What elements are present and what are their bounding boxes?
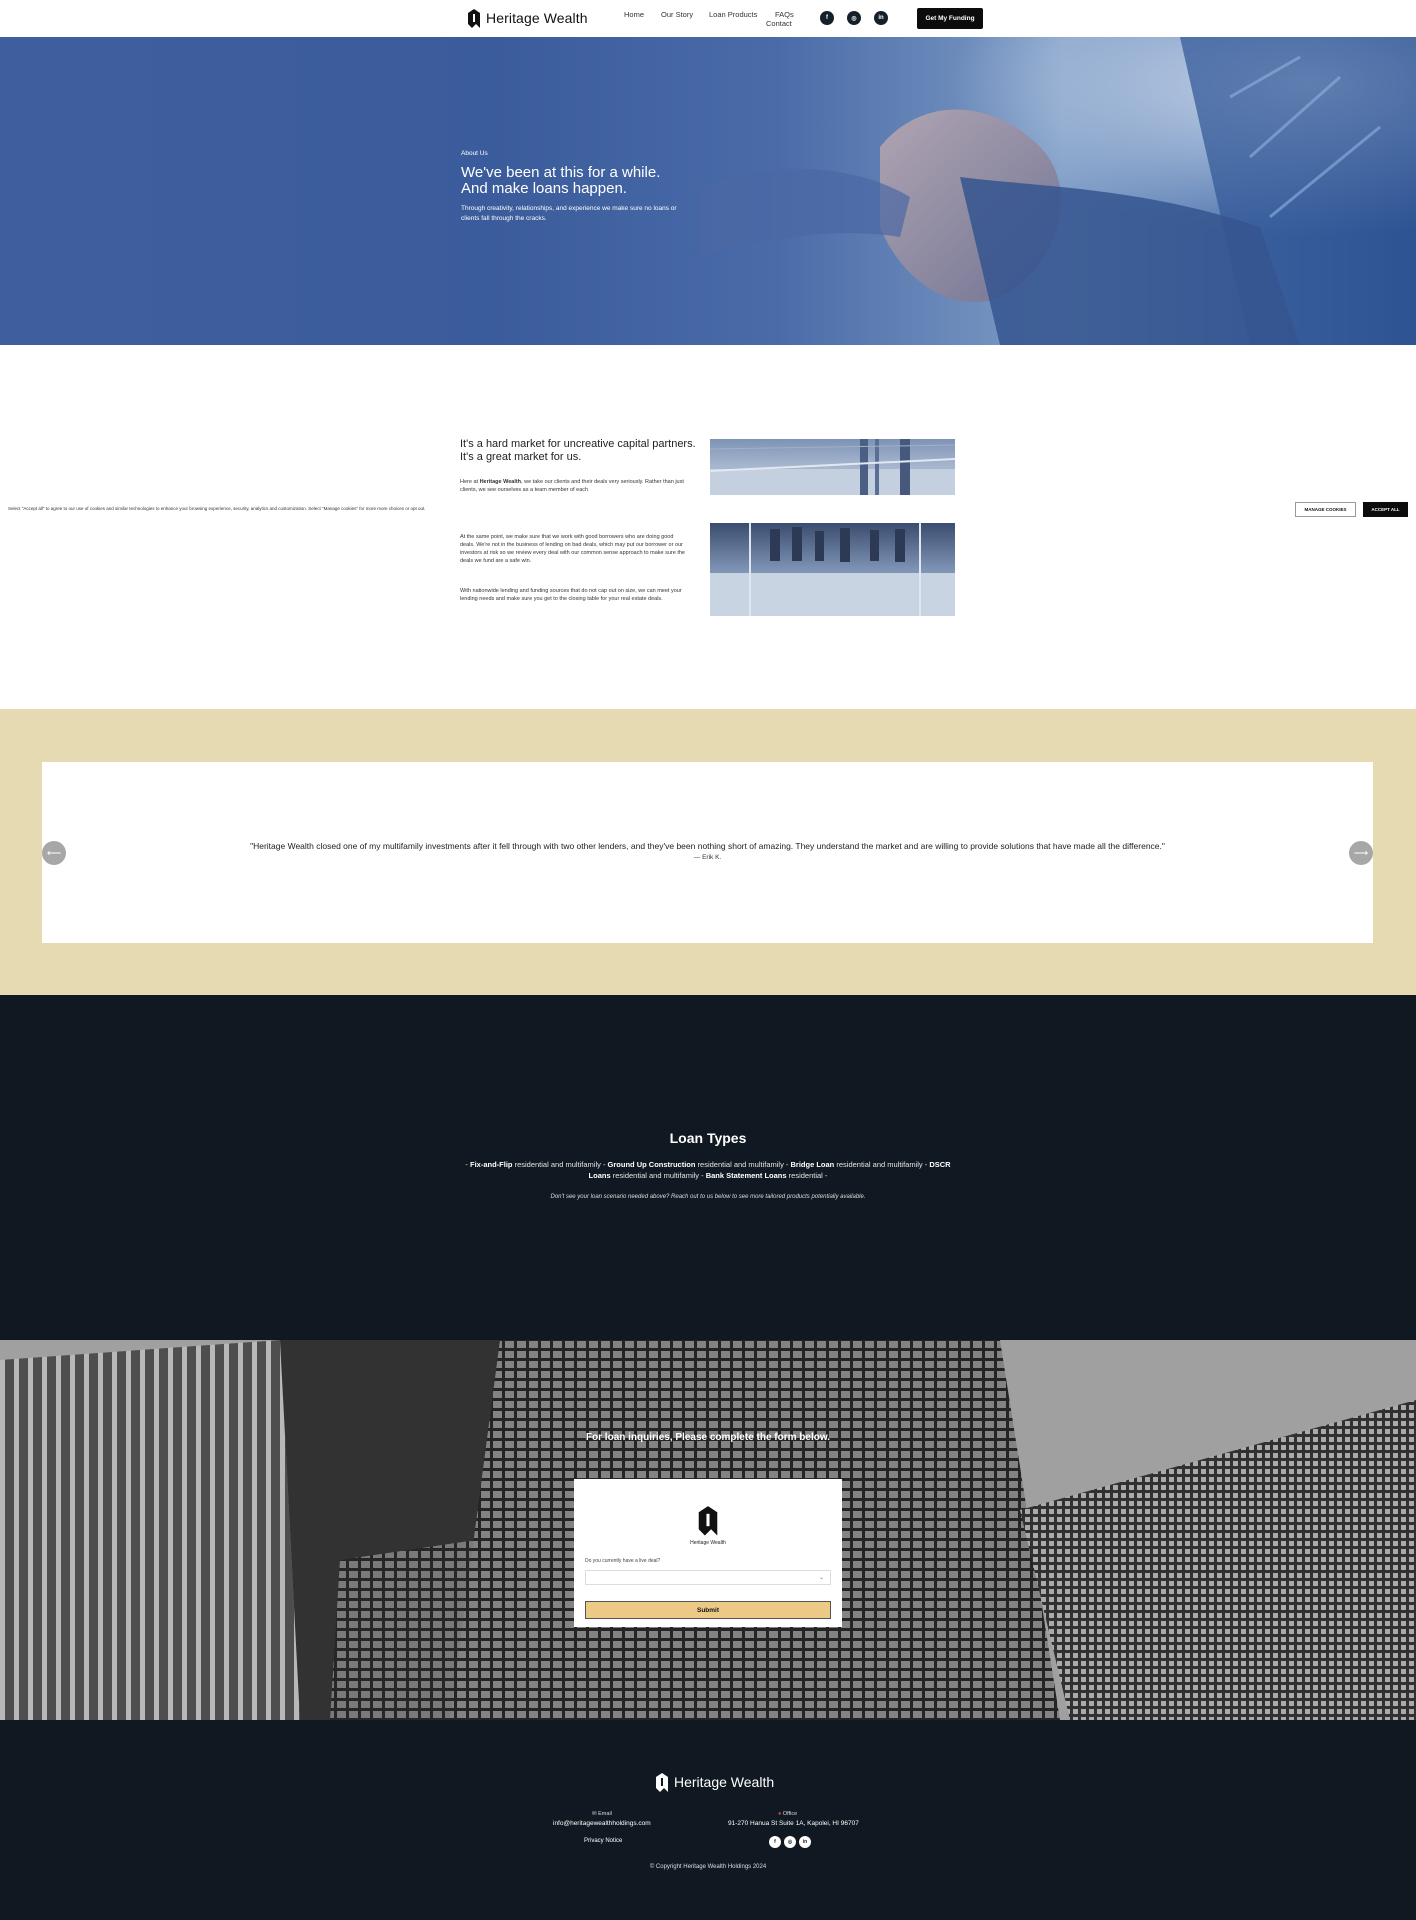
nav-contact[interactable]: Contact — [766, 19, 792, 28]
hero-section: About Us We've been at this for a while.… — [0, 37, 1416, 345]
about-paragraph-3: With nationwide lending and funding sour… — [460, 588, 682, 602]
loan-types-title: Loan Types — [669, 1130, 747, 1146]
footer-email[interactable]: info@heritagewealthholdings.com — [553, 1820, 651, 1827]
loan-type-desc: residential and multifamily — [612, 1171, 700, 1180]
about-p1-bold: Heritage Wealth — [479, 479, 522, 485]
copyright: © Copyright Heritage Wealth Holdings 202… — [649, 1864, 767, 1870]
facebook-icon[interactable]: f — [769, 1836, 781, 1848]
about-paragraph-2: At the same point, we make sure that we … — [460, 534, 685, 564]
nav-loan-products[interactable]: Loan Products — [709, 10, 757, 19]
office-label: ● Office — [778, 1811, 797, 1817]
testimonial-author: — Erik K. — [693, 854, 722, 861]
manage-cookies-button[interactable]: MANAGE COOKIES — [1295, 502, 1356, 517]
office-label-text: Office — [782, 1811, 798, 1817]
location-pin-icon: ● — [778, 1811, 782, 1817]
heritage-logo-icon — [698, 1506, 718, 1536]
get-funding-button[interactable]: Get My Funding — [917, 8, 983, 29]
loan-type-desc: residential and multifamily — [836, 1160, 923, 1169]
loan-types-list: - Fix-and-Flip residential and multifami… — [465, 1160, 951, 1180]
hero-heading-line2: And make loans happen. — [461, 180, 627, 197]
linkedin-icon[interactable]: in — [874, 11, 888, 25]
instagram-icon[interactable]: ◎ — [847, 11, 861, 25]
office-image-top — [710, 439, 955, 495]
form-logo-text: Heritage Wealth — [690, 1540, 726, 1546]
testimonial-quote: "Heritage Wealth closed one of my multif… — [250, 841, 1165, 851]
nav-home[interactable]: Home — [624, 10, 644, 19]
live-deal-select[interactable]: ⌄ — [585, 1570, 831, 1585]
prev-arrow-icon[interactable]: ⟵ — [42, 841, 66, 865]
loan-types-note: Don't see your loan scenario needed abov… — [550, 1194, 866, 1200]
hero-subtext: Through creativity, relationships, and e… — [461, 205, 677, 222]
loan-type-name: Ground Up Construction — [607, 1160, 696, 1169]
email-label-text: Email — [598, 1811, 612, 1817]
footer-address: 91-270 Hanua St Suite 1A, Kapolei, HI 96… — [728, 1820, 859, 1827]
about-heading: It's a hard market for uncreative capita… — [460, 438, 696, 463]
submit-button[interactable]: Submit — [585, 1601, 831, 1619]
live-deal-label: Do you currently have a live deal? — [585, 1558, 661, 1564]
loan-type-desc: residential and multifamily — [514, 1160, 601, 1169]
nav-faqs[interactable]: FAQs — [775, 10, 794, 19]
testimonial-card — [42, 762, 1373, 943]
heritage-logo-icon — [656, 1773, 668, 1792]
top-nav: Heritage Wealth Home Our Story Loan Prod… — [0, 0, 1416, 37]
brand-name: Heritage Wealth — [486, 10, 588, 26]
cookie-text: Select "Accept all" to agree to our use … — [8, 506, 426, 511]
facebook-icon[interactable]: f — [820, 11, 834, 25]
about-p1-prefix: Here at — [460, 479, 480, 485]
about-paragraph-1: Here at Heritage Wealth, we take our cli… — [460, 478, 685, 496]
chevron-down-icon: ⌄ — [818, 1575, 824, 1581]
form-logo — [694, 1503, 722, 1542]
instagram-icon[interactable]: ◎ — [784, 1836, 796, 1848]
nav-our-story[interactable]: Our Story — [661, 10, 693, 19]
hero-heading-line1: We've been at this for a while. — [461, 164, 661, 181]
office-image-bottom — [710, 523, 955, 616]
brand-logo[interactable]: Heritage Wealth — [466, 6, 588, 30]
loan-type-name: Bank Statement Loans — [705, 1171, 787, 1180]
footer-logo[interactable]: Heritage Wealth — [654, 1771, 774, 1793]
loan-type-name: Fix-and-Flip — [469, 1160, 513, 1169]
footer-brand-name: Heritage Wealth — [674, 1774, 775, 1790]
next-arrow-icon[interactable]: ⟶ — [1349, 841, 1373, 865]
hero-eyebrow: About Us — [461, 150, 488, 157]
loan-type-desc: residential and multifamily — [697, 1160, 784, 1169]
loan-type-desc: residential — [788, 1171, 823, 1180]
form-title: For loan inquiries, Please complete the … — [585, 1432, 831, 1443]
privacy-notice-link[interactable]: Privacy Notice — [584, 1838, 622, 1844]
accept-all-button[interactable]: ACCEPT ALL — [1363, 502, 1408, 517]
email-label: ✉ Email — [592, 1811, 612, 1817]
loan-type-name: Bridge Loan — [790, 1160, 835, 1169]
cookie-banner: Select "Accept all" to agree to our use … — [0, 498, 1416, 520]
handshake-image — [700, 37, 1416, 345]
hero-heading: We've been at this for a while. And make… — [461, 165, 660, 197]
footer — [0, 1720, 1416, 1920]
heritage-logo-icon — [468, 9, 480, 28]
linkedin-icon[interactable]: in — [799, 1836, 811, 1848]
